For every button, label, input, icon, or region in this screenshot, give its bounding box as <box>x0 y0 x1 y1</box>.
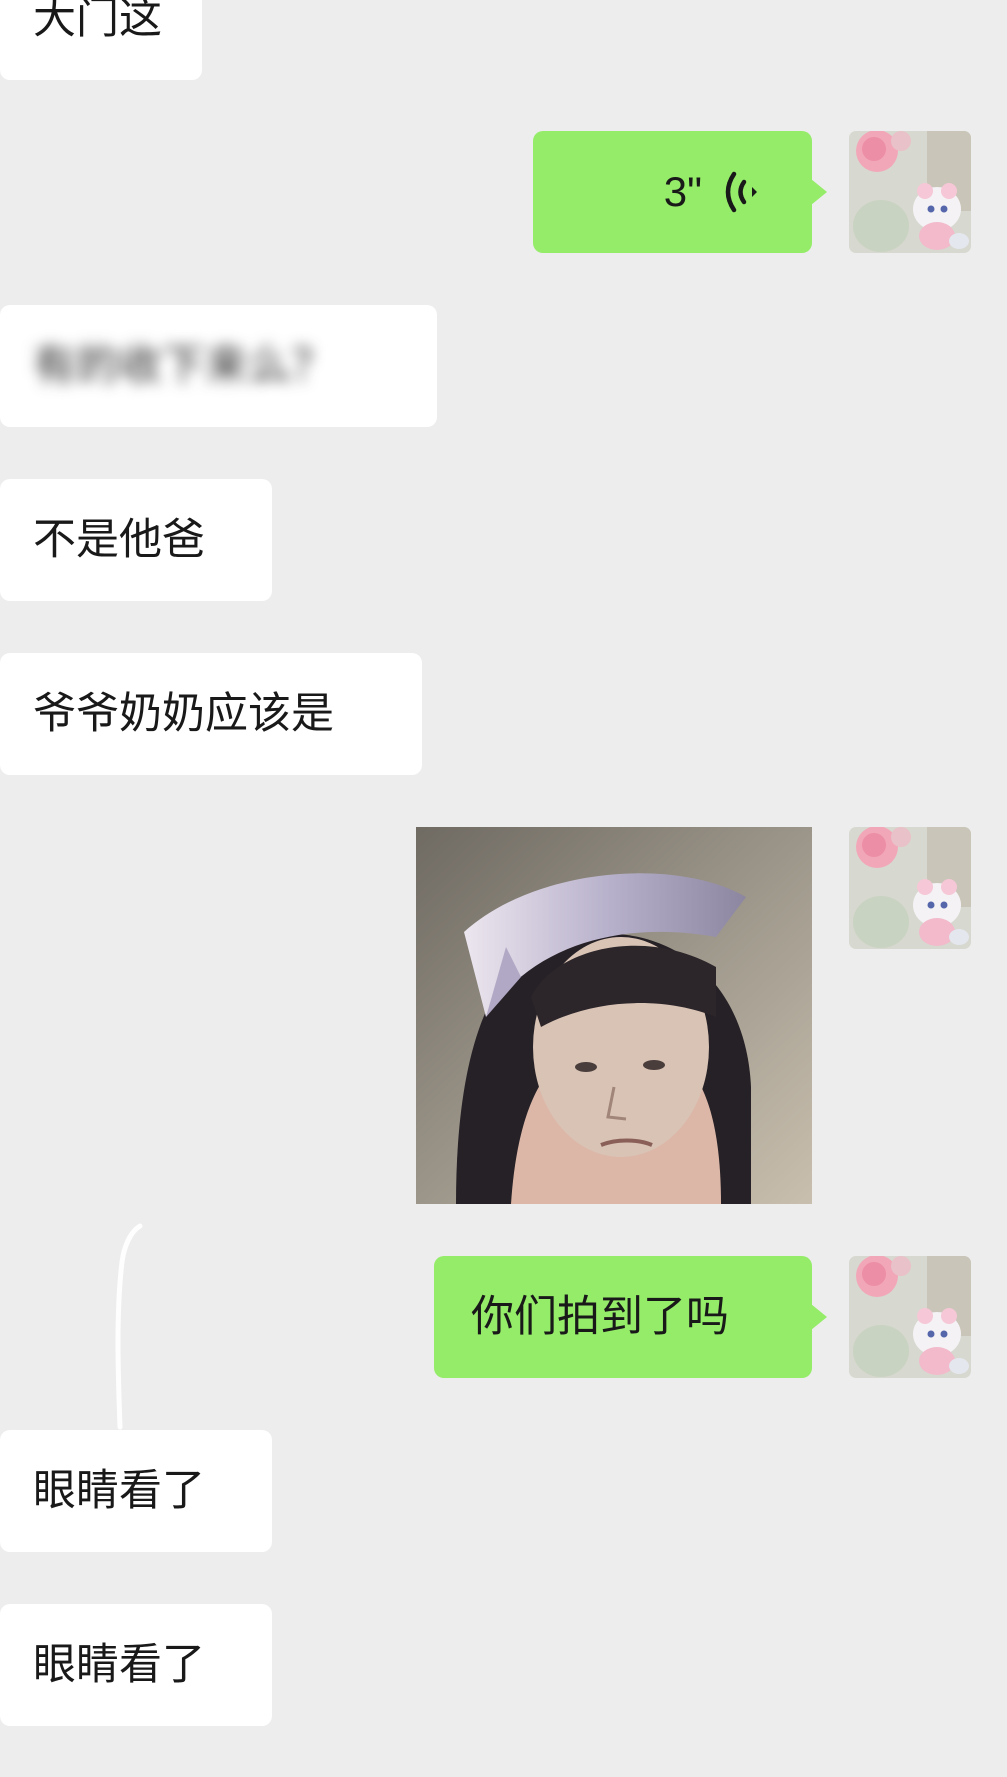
message-text: 大门这 <box>33 0 162 44</box>
voice-wave-icon <box>724 170 760 214</box>
incoming-message[interactable]: 有的收下来么？ <box>0 305 437 427</box>
incoming-message[interactable]: 眼睛看了 <box>0 1604 272 1726</box>
avatar[interactable] <box>849 827 971 949</box>
incoming-message[interactable]: 大门这 <box>0 0 202 80</box>
message-text: 眼睛看了 <box>33 1639 205 1690</box>
image-message[interactable] <box>416 827 812 1204</box>
avatar[interactable] <box>849 1256 971 1378</box>
voice-message[interactable]: 3" <box>533 131 827 253</box>
message-text: 爷爷奶奶应该是 <box>33 688 334 739</box>
outgoing-message[interactable]: 你们拍到了吗 <box>434 1256 827 1378</box>
incoming-message[interactable]: 爷爷奶奶应该是 <box>0 653 422 775</box>
message-text: 你们拍到了吗 <box>471 1291 729 1342</box>
incoming-message[interactable]: 不是他爸 <box>0 479 272 601</box>
decorative-stroke <box>108 1222 148 1436</box>
voice-duration: 3" <box>663 168 702 215</box>
message-text: 有的收下来么？ <box>33 340 334 391</box>
incoming-message[interactable]: 眼睛看了 <box>0 1430 272 1552</box>
avatar[interactable] <box>849 131 971 253</box>
message-text: 眼睛看了 <box>33 1465 205 1516</box>
message-text: 不是他爸 <box>33 514 205 565</box>
